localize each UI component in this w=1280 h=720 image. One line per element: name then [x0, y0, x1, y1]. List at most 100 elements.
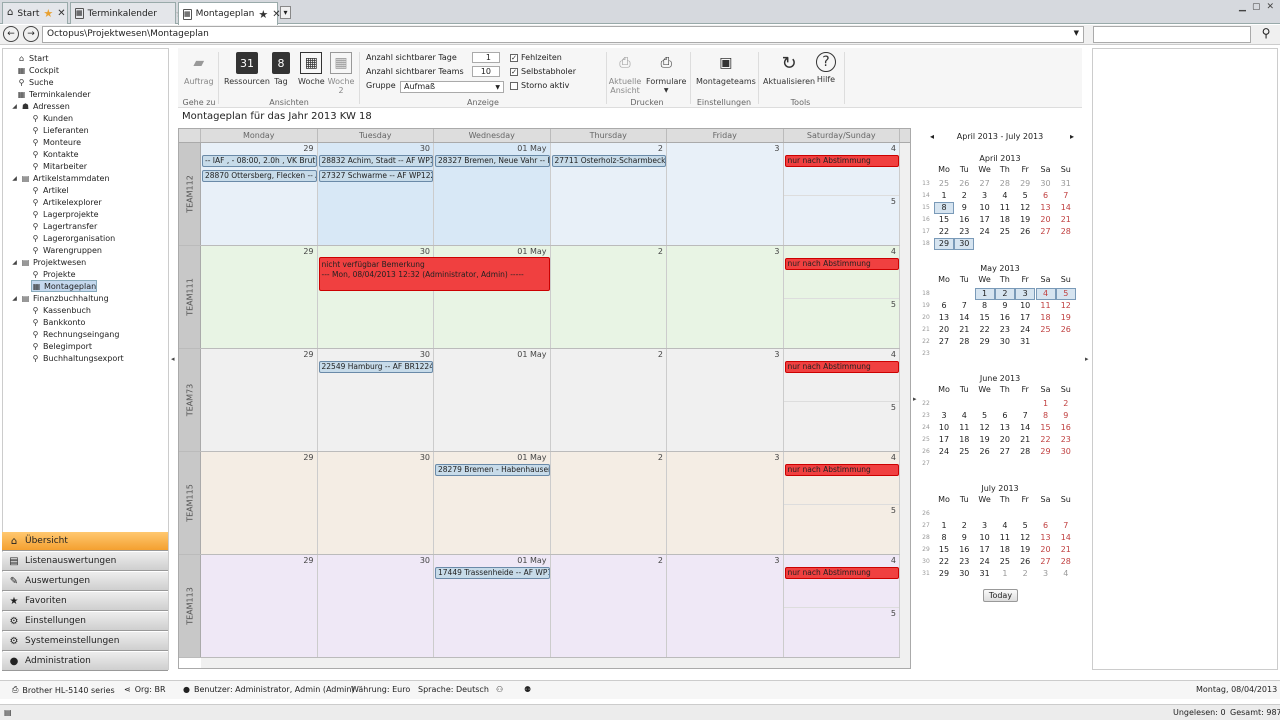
expand-right-icon[interactable]: ▸: [913, 395, 917, 403]
mini-day[interactable]: 13: [1036, 202, 1056, 214]
prev-month-icon[interactable]: ◂: [926, 132, 938, 141]
mini-day[interactable]: [975, 238, 995, 250]
mini-day[interactable]: 11: [954, 422, 974, 434]
close-icon[interactable]: ✕: [57, 8, 65, 19]
mini-day[interactable]: [954, 288, 974, 300]
tree-item[interactable]: ⚲ Buchhaltungsexport: [31, 352, 124, 364]
status-user[interactable]: ● Benutzer: Administrator, Admin (Admin): [183, 685, 355, 694]
mini-day[interactable]: 28: [954, 336, 974, 348]
tree-item[interactable]: ▦ Terminkalender: [17, 88, 91, 100]
appointment[interactable]: -- IAF , - 08:00, 2.0h , VK Brut: [202, 155, 317, 167]
mini-day[interactable]: 5: [975, 410, 995, 422]
mini-day[interactable]: 6: [1036, 190, 1056, 202]
day-cell[interactable]: 2: [550, 246, 667, 348]
mini-day[interactable]: 6: [995, 410, 1015, 422]
mini-day[interactable]: 2: [994, 288, 1015, 300]
tree-item[interactable]: ⚲ Kunden: [31, 112, 74, 124]
expand-toggle-icon[interactable]: ◢: [11, 295, 18, 302]
forward-button[interactable]: →: [23, 26, 39, 42]
mini-day[interactable]: [934, 458, 954, 470]
mini-day[interactable]: 3: [934, 410, 954, 422]
mini-day[interactable]: 1: [1036, 398, 1056, 410]
mini-day[interactable]: 8: [934, 202, 954, 214]
tag-button[interactable]: 8 Tag: [272, 52, 290, 86]
mini-day[interactable]: [1036, 238, 1056, 250]
mini-day[interactable]: 30: [1056, 446, 1076, 458]
mini-day[interactable]: 12: [1015, 532, 1035, 544]
mini-day[interactable]: 2: [954, 190, 974, 202]
day-cell[interactable]: 2: [550, 452, 667, 554]
tree-item[interactable]: ⚲ Lieferanten: [31, 124, 89, 136]
appointment[interactable]: 28870 Ottersberg, Flecken -- Al: [202, 170, 317, 182]
mini-day[interactable]: 14: [1056, 202, 1076, 214]
tree-item[interactable]: ▦ Cockpit: [17, 64, 59, 76]
mini-day[interactable]: 9: [954, 202, 974, 214]
mini-day[interactable]: 31: [1015, 336, 1035, 348]
formulare-button[interactable]: ⎙ Formulare ▼: [646, 52, 686, 95]
mini-day[interactable]: 7: [1056, 190, 1076, 202]
mini-day[interactable]: [1015, 508, 1035, 520]
appointment[interactable]: 28279 Bremen - Habenhausen: [435, 464, 550, 476]
today-button[interactable]: Today: [983, 589, 1018, 602]
mini-day[interactable]: 23: [995, 324, 1015, 336]
maximize-icon[interactable]: ▢: [1252, 2, 1261, 12]
day-cell[interactable]: 3: [667, 143, 784, 245]
mini-day[interactable]: 13: [995, 422, 1015, 434]
day-cell[interactable]: 3: [667, 246, 784, 348]
minimize-icon[interactable]: ▁: [1239, 2, 1246, 12]
tree-item[interactable]: ⚲ Belegimport: [31, 340, 92, 352]
mini-day[interactable]: 11: [995, 202, 1015, 214]
mini-day[interactable]: 8: [975, 300, 995, 312]
tree-item[interactable]: ◢ ☗ Adressen: [11, 100, 70, 112]
search-icon[interactable]: ⚲: [1257, 26, 1275, 43]
mini-day[interactable]: 8: [934, 532, 954, 544]
collapse-left-icon[interactable]: ◂: [171, 355, 175, 363]
mini-day[interactable]: 23: [954, 556, 974, 568]
mini-day[interactable]: 29: [1015, 178, 1035, 190]
mini-day[interactable]: 16: [954, 544, 974, 556]
storno-checkbox[interactable]: Storno aktiv: [510, 81, 569, 90]
appointment[interactable]: 27711 Osterholz-Scharmbeck, S: [551, 155, 666, 167]
mini-day[interactable]: 17: [934, 434, 954, 446]
mini-day[interactable]: 2: [1015, 568, 1035, 580]
mini-day[interactable]: 23: [954, 226, 974, 238]
mini-day[interactable]: 16: [1056, 422, 1076, 434]
mini-day[interactable]: 17: [975, 214, 995, 226]
mini-day[interactable]: 4: [995, 520, 1015, 532]
day-cell[interactable]: 3: [667, 555, 784, 657]
day-cell[interactable]: 29: [201, 555, 318, 657]
day-cell[interactable]: 01 May: [434, 349, 551, 451]
fehlzeiten-checkbox[interactable]: ✓ Fehlzeiten: [510, 53, 562, 62]
day-cell[interactable]: 30: [317, 555, 434, 657]
mini-day[interactable]: 8: [1036, 410, 1056, 422]
mini-day[interactable]: 3: [975, 190, 995, 202]
mini-day[interactable]: 17: [975, 544, 995, 556]
mini-day[interactable]: [934, 508, 954, 520]
mini-day[interactable]: 18: [954, 434, 974, 446]
mini-day[interactable]: [995, 398, 1015, 410]
mini-day[interactable]: 5: [1015, 520, 1035, 532]
tree-item[interactable]: ◢ ▤ Artikelstammdaten: [11, 172, 109, 184]
mini-day[interactable]: 20: [1036, 214, 1056, 226]
day-cell[interactable]: 29: [201, 246, 318, 348]
day-cell[interactable]: 2: [550, 349, 667, 451]
mini-day[interactable]: 22: [1036, 434, 1056, 446]
star-icon[interactable]: ★: [43, 7, 53, 20]
appointment[interactable]: 27327 Schwarme -- AF WP1225: [318, 170, 433, 182]
mini-day[interactable]: 29: [1036, 446, 1056, 458]
tree-item[interactable]: ◢ ▤ Finanzbuchhaltung: [11, 292, 108, 304]
mini-day[interactable]: 25: [934, 178, 954, 190]
mini-day[interactable]: 9: [954, 532, 974, 544]
back-button[interactable]: ←: [3, 26, 19, 42]
mini-day[interactable]: [934, 348, 954, 360]
mini-day[interactable]: 18: [995, 214, 1015, 226]
mini-day[interactable]: 29: [934, 568, 954, 580]
mini-day[interactable]: 24: [975, 556, 995, 568]
mini-day[interactable]: 21: [1056, 214, 1076, 226]
mini-day[interactable]: 4: [995, 190, 1015, 202]
mini-day[interactable]: 27: [995, 446, 1015, 458]
mini-day[interactable]: 4: [1056, 568, 1076, 580]
appointment[interactable]: 17449 Trassenheide -- AF WP1.: [435, 567, 550, 579]
mini-day[interactable]: 9: [1056, 410, 1076, 422]
mini-day[interactable]: 28: [1015, 446, 1035, 458]
